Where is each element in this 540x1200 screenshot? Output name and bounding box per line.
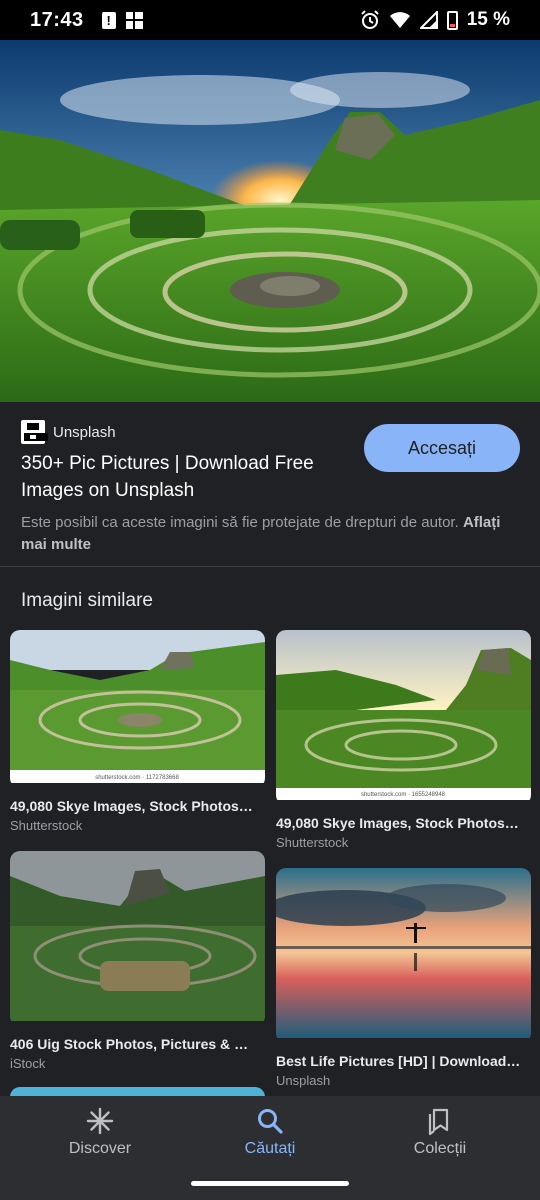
similar-image-card[interactable]: shutterstock.com · 1655248948 49,080 Sky…: [276, 630, 531, 850]
similar-image-title: 49,080 Skye Images, Stock Photos & Vecto…: [10, 798, 255, 814]
result-source[interactable]: Unsplash: [21, 420, 116, 444]
similar-image-card[interactable]: shutterstock.com · 1172783668 49,080 Sky…: [10, 630, 265, 833]
status-time: 17:43: [30, 8, 84, 31]
unsplash-logo-icon: [21, 420, 48, 444]
similar-image-title: 406 Uig Stock Photos, Pictures & Royalty…: [10, 1036, 255, 1052]
result-title[interactable]: 350+ Pic Pictures | Download Free Images…: [21, 450, 351, 504]
alert-icon: !: [101, 11, 116, 29]
copyright-notice: Este posibil ca aceste imagini să fie pr…: [21, 512, 501, 556]
status-bar: 17:43 ! 15 %: [0, 0, 540, 40]
home-indicator[interactable]: [191, 1181, 349, 1186]
windows-icon: [125, 11, 143, 29]
similar-image-title: 49,080 Skye Images, Stock Photos & Vecto…: [276, 815, 521, 831]
visit-button[interactable]: Accesați: [364, 424, 520, 472]
search-icon: [258, 1109, 283, 1134]
nav-collections-label: Colecții: [413, 1140, 467, 1157]
similar-image-source: iStock: [10, 1056, 46, 1071]
nav-discover[interactable]: Discover: [30, 1106, 170, 1158]
asterisk-icon: [86, 1107, 114, 1135]
source-name: Unsplash: [53, 423, 116, 441]
nav-collections[interactable]: Colecții: [370, 1106, 510, 1158]
similar-image-card[interactable]: Best Life Pictures [HD] | Download Free …: [276, 868, 531, 1088]
nav-search-label: Căutați: [244, 1140, 296, 1157]
watermark-text: shutterstock.com · 1655248948: [361, 792, 446, 798]
alarm-icon: [360, 10, 379, 29]
signal-icon: [419, 11, 438, 29]
copyright-text: Este posibil ca aceste imagini să fie pr…: [21, 514, 459, 531]
similar-image-thumb[interactable]: [276, 868, 531, 1043]
wifi-icon: [389, 12, 410, 28]
watermark-text: shutterstock.com · 1172783668: [95, 775, 179, 781]
similar-image-source: Unsplash: [276, 1073, 331, 1088]
similar-image-card[interactable]: 406 Uig Stock Photos, Pictures & Royalty…: [10, 851, 265, 1071]
similar-image-source: Shutterstock: [10, 818, 83, 833]
battery-level: 15 %: [466, 9, 510, 30]
similar-image-source: Shutterstock: [276, 835, 349, 850]
similar-image-thumb[interactable]: shutterstock.com · 1655248948: [276, 630, 531, 805]
collections-icon: [428, 1108, 449, 1136]
bottom-navigation: Discover Căutați Colecții: [0, 1096, 540, 1200]
similar-image-thumb[interactable]: shutterstock.com · 1172783668: [10, 630, 265, 788]
similar-images-heading: Imagini similare: [21, 590, 153, 611]
nav-discover-label: Discover: [68, 1140, 132, 1157]
result-panel: Unsplash 350+ Pic Pictures | Download Fr…: [0, 402, 540, 567]
divider: [0, 566, 540, 567]
preview-image[interactable]: [0, 40, 540, 402]
similar-image-thumb[interactable]: [10, 851, 265, 1026]
similar-image-title: Best Life Pictures [HD] | Download Free …: [276, 1053, 521, 1069]
battery-icon: [446, 10, 458, 30]
nav-search[interactable]: Căutați: [200, 1106, 340, 1158]
